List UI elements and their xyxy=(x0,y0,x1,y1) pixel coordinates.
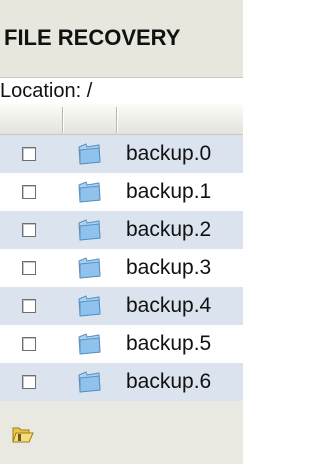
file-name[interactable]: backup.6 xyxy=(126,370,211,394)
column-header-bar xyxy=(0,104,243,135)
file-row[interactable]: backup.0 xyxy=(0,135,243,173)
folder-icon xyxy=(78,143,101,165)
file-row[interactable]: backup.3 xyxy=(0,249,243,287)
panel-title: FILE RECOVERY xyxy=(4,25,181,50)
panel-header: FILE RECOVERY xyxy=(0,0,243,78)
select-checkbox[interactable] xyxy=(22,375,36,389)
file-name[interactable]: backup.1 xyxy=(126,180,211,204)
select-checkbox[interactable] xyxy=(22,223,36,237)
folder-icon xyxy=(78,371,101,393)
open-folder-icon[interactable] xyxy=(12,425,34,445)
column-separator[interactable] xyxy=(116,107,117,133)
folder-icon xyxy=(78,181,101,203)
folder-icon xyxy=(78,295,101,317)
file-row[interactable]: backup.5 xyxy=(0,325,243,363)
file-row[interactable]: backup.1 xyxy=(0,173,243,211)
file-list: backup.0 backup.1 backup.2 backup.3 back… xyxy=(0,135,243,401)
select-checkbox[interactable] xyxy=(22,337,36,351)
folder-icon xyxy=(78,219,101,241)
panel-footer xyxy=(0,401,243,464)
column-separator[interactable] xyxy=(62,107,63,133)
file-name[interactable]: backup.0 xyxy=(126,142,211,166)
folder-icon xyxy=(78,333,101,355)
folder-icon xyxy=(78,257,101,279)
file-name[interactable]: backup.5 xyxy=(126,332,211,356)
select-checkbox[interactable] xyxy=(22,185,36,199)
select-checkbox[interactable] xyxy=(22,299,36,313)
file-row[interactable]: backup.6 xyxy=(0,363,243,401)
select-checkbox[interactable] xyxy=(22,147,36,161)
file-name[interactable]: backup.3 xyxy=(126,256,211,280)
location-path: Location: / xyxy=(0,80,93,102)
select-checkbox[interactable] xyxy=(22,261,36,275)
file-name[interactable]: backup.2 xyxy=(126,218,211,242)
file-row[interactable]: backup.2 xyxy=(0,211,243,249)
file-name[interactable]: backup.4 xyxy=(126,294,211,318)
file-row[interactable]: backup.4 xyxy=(0,287,243,325)
